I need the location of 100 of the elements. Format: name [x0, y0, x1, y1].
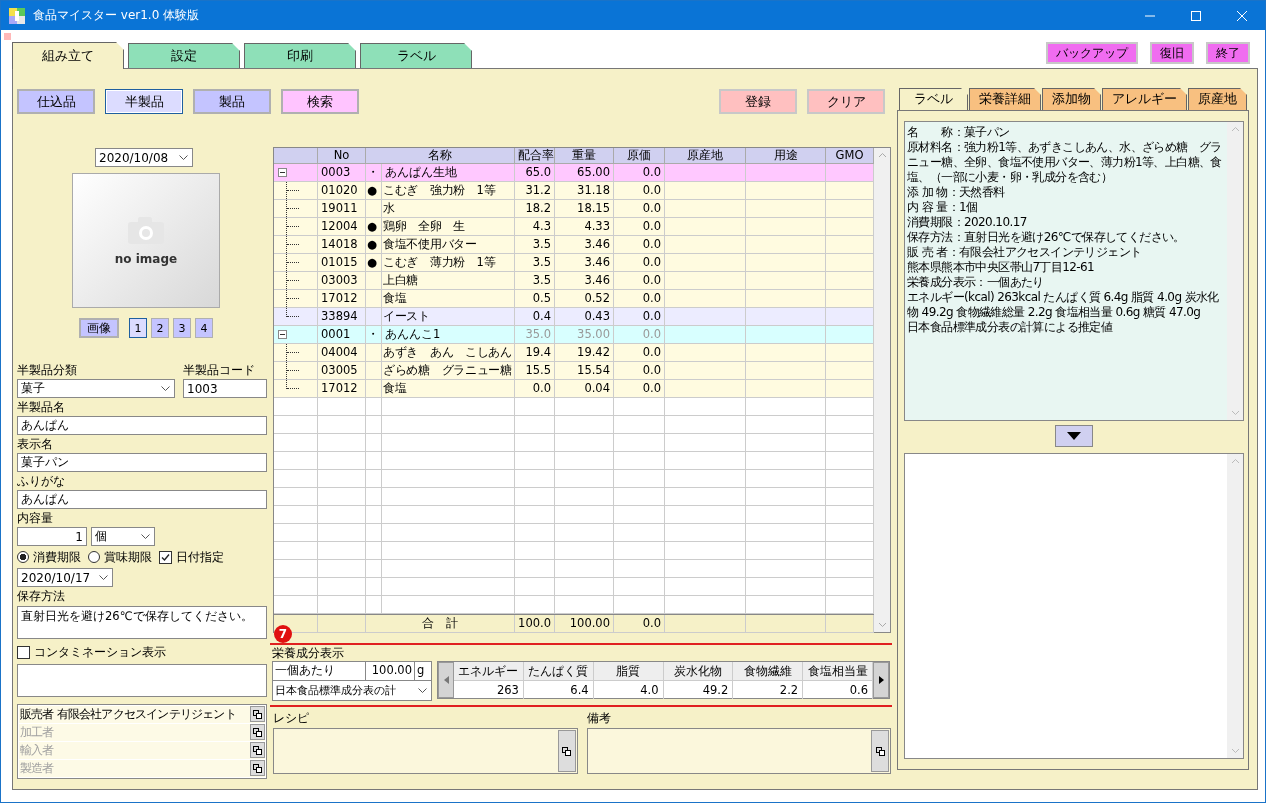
radio-label: 賞味期限	[104, 549, 152, 565]
date-select[interactable]: 2020/10/08	[95, 148, 193, 167]
tree-line	[286, 344, 298, 361]
table-cell: 100.0	[515, 615, 555, 633]
label-line: エネルギー(kcal) 263kcal たんぱく質 6.4g 脂質 4.0g 炭水化物 49.2g 食物繊維総量 2.2g 食塩相当量 0.6g 糖質 47.0g	[907, 290, 1220, 320]
input-field[interactable]: あんぱん	[17, 490, 267, 509]
contamination-field[interactable]	[17, 664, 267, 697]
app-icon	[9, 7, 25, 24]
field-label: 内容量	[17, 510, 54, 526]
category-button[interactable]: 仕込品	[17, 89, 95, 114]
input-field[interactable]: 菓子パン	[17, 453, 267, 472]
chevron-down-icon[interactable]	[179, 155, 188, 160]
main-tab[interactable]: 設定	[128, 43, 240, 68]
radio-button[interactable]	[88, 551, 100, 563]
category-button[interactable]: 半製品	[105, 89, 183, 114]
table-cell-text: 6.4	[569, 682, 590, 699]
ingredient-row[interactable]: 12004 ● 鶏卵 全卵 生 4.3 4.33 0.0	[274, 218, 874, 236]
copy-button[interactable]	[871, 730, 889, 772]
main-tab[interactable]: ラベル	[360, 43, 472, 68]
amount-field[interactable]: 100.00	[366, 662, 415, 680]
unit-select[interactable]: 個	[91, 527, 155, 546]
toolbar-button[interactable]: 終了	[1206, 42, 1250, 64]
chevron-down-icon[interactable]	[418, 688, 427, 693]
chevron-down-icon[interactable]	[161, 386, 170, 391]
table-cell-text: 0.6	[848, 682, 869, 699]
basis-cell: 一個あたり	[273, 662, 366, 680]
scroll-left-button[interactable]	[438, 662, 454, 698]
ingredient-row[interactable]: 17012 食塩 0.5 0.52 0.0	[274, 290, 874, 308]
close-icon[interactable]	[1237, 10, 1247, 21]
copy-button[interactable]	[250, 760, 265, 776]
category-select[interactable]: 菓子	[17, 379, 175, 398]
checkbox[interactable]	[159, 550, 172, 564]
ingredient-row[interactable]: 33894 イースト 0.4 0.43 0.0	[274, 308, 874, 326]
column-header: 食物繊維	[733, 662, 803, 681]
total-label: 合 計	[366, 615, 515, 633]
code-field[interactable]: 1003	[183, 379, 267, 398]
side-tab[interactable]: アレルギー	[1102, 88, 1187, 110]
label-line: 名 称：菓子パン	[907, 125, 1011, 140]
action-button[interactable]: 登録	[719, 89, 797, 114]
category-button[interactable]: 製品	[193, 89, 271, 114]
expiry-date-select[interactable]: 2020/10/17	[17, 568, 113, 587]
image-button[interactable]: 画像	[79, 318, 119, 338]
toolbar-button[interactable]: 復旧	[1150, 42, 1194, 64]
side-tab[interactable]: ラベル	[899, 88, 968, 110]
ingredient-row[interactable]: 03003 上白糖 3.5 3.46 0.0	[274, 272, 874, 290]
scroll-right-button[interactable]	[873, 662, 889, 698]
copy-button[interactable]	[557, 730, 576, 772]
table-cell-text: 49.2	[701, 682, 730, 699]
checkbox[interactable]	[17, 645, 30, 659]
copy-icon	[253, 745, 262, 755]
field-label: 備考	[586, 710, 612, 726]
memo-field[interactable]	[586, 728, 891, 774]
group-row[interactable]: 0003 ・ あんぱん生地 65.0 65.00 0.0	[274, 164, 874, 182]
copy-button[interactable]	[250, 742, 265, 758]
copy-button[interactable]	[250, 706, 265, 722]
main-tab[interactable]: 組み立て	[12, 42, 124, 69]
side-tab[interactable]: 添加物	[1042, 88, 1101, 110]
main-tab[interactable]: 印刷	[244, 43, 356, 68]
page-button[interactable]: 1	[129, 318, 147, 338]
checkbox-label: コンタミネーション表示	[34, 644, 166, 660]
tree-line	[286, 254, 298, 271]
page-button[interactable]: 4	[195, 318, 213, 338]
maximize-icon[interactable]	[1191, 10, 1201, 21]
radio-button[interactable]	[17, 551, 29, 563]
label-line: 販 売 者：有限会社アクセスインテリジェント	[907, 245, 1143, 260]
memo-field[interactable]	[273, 728, 578, 774]
collapse-icon[interactable]	[278, 330, 287, 339]
source-select[interactable]: 日本食品標準成分表の計	[273, 681, 431, 700]
category-button[interactable]: 検索	[281, 89, 359, 114]
no-image-text: no image	[114, 251, 178, 266]
ingredient-row[interactable]: 17012 食塩 0.0 0.04 0.0	[274, 380, 874, 398]
action-button[interactable]: クリア	[807, 89, 885, 114]
output-field[interactable]	[904, 453, 1244, 759]
side-tab[interactable]: 原産地	[1188, 88, 1247, 110]
label-line: 消費期限：2020.10.17	[907, 215, 1028, 230]
ingredient-row[interactable]: 04004 あずき あん こしあん 19.4 19.42 0.0	[274, 344, 874, 362]
copy-icon	[875, 746, 885, 756]
ingredient-row[interactable]: 01015 ● こむぎ 薄力粉 1等 3.5 3.46 0.0	[274, 254, 874, 272]
field-label: 表示名	[17, 436, 54, 452]
storage-field[interactable]: 直射日光を避け26℃で保存してください。	[17, 606, 267, 639]
ingredient-row[interactable]: 01020 ● こむぎ 強力粉 1等 31.2 31.18 0.0	[274, 182, 874, 200]
page-button[interactable]: 3	[173, 318, 191, 338]
column-header: 炭水化物	[663, 662, 733, 681]
input-field[interactable]: あんぱん	[17, 416, 267, 435]
ingredient-row[interactable]: 19011 水 18.2 18.15 0.0	[274, 200, 874, 218]
collapse-icon[interactable]	[278, 168, 287, 177]
tree-line	[286, 182, 298, 199]
copy-button[interactable]	[250, 724, 265, 740]
page-button[interactable]: 2	[151, 318, 169, 338]
group-row[interactable]: 0001 ・ あんんこ1 35.0 35.00 0.0	[274, 326, 874, 344]
copy-icon	[562, 746, 571, 756]
side-tab[interactable]: 栄養詳細	[969, 88, 1041, 110]
ingredient-row[interactable]: 14018 ● 食塩不使用バター 3.5 3.46 0.0	[274, 236, 874, 254]
quantity-field[interactable]: 1	[17, 527, 87, 546]
chevron-down-icon[interactable]	[141, 534, 150, 539]
down-button[interactable]	[1055, 425, 1093, 447]
toolbar-button[interactable]: バックアップ	[1046, 42, 1138, 64]
ingredient-row[interactable]: 03005 ざらめ糖 グラニュー糖 15.5 15.54 0.0	[274, 362, 874, 380]
label-line: 栄養成分表示：一個あたり	[907, 275, 1045, 290]
chevron-down-icon[interactable]	[99, 575, 108, 580]
